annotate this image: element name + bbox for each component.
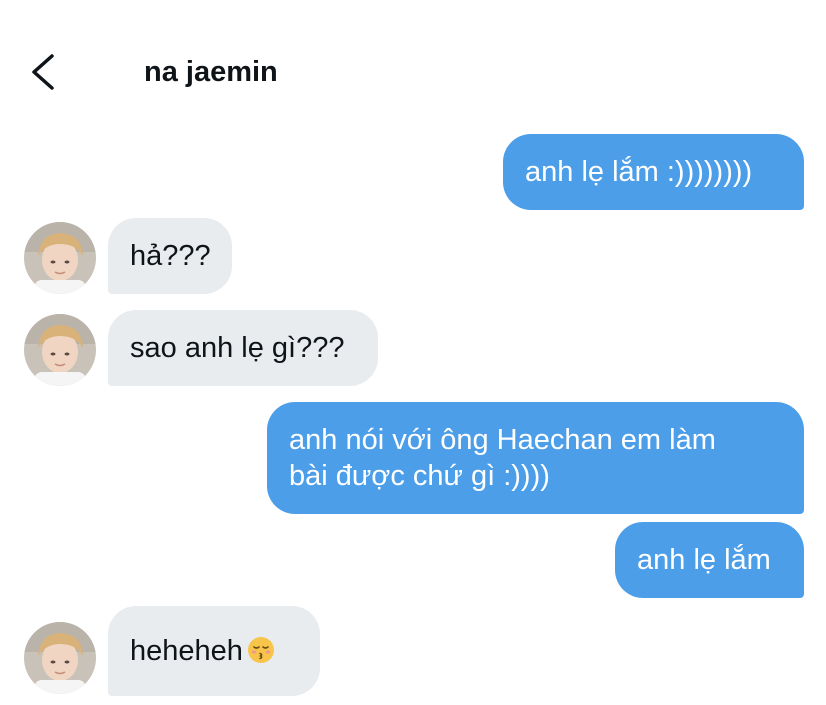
message-bubble-incoming[interactable]: heheheh: [108, 606, 320, 696]
message-text-line: anh nói với ông Haechan em làm: [289, 424, 716, 456]
conversation-title: na jaemin: [144, 56, 278, 88]
back-button[interactable]: [24, 48, 68, 96]
chevron-left-icon: [32, 54, 54, 90]
message-bubble-outgoing[interactable]: anh lẹ lắm: [615, 522, 804, 598]
kissing-face-with-closed-eyes-icon: [247, 637, 274, 663]
avatar-photo: [24, 314, 96, 386]
message-text: heheheh: [130, 635, 243, 667]
message-bubble-outgoing[interactable]: anh nói với ông Haechan em làm bài được …: [267, 402, 804, 514]
avatar[interactable]: [24, 314, 96, 386]
message-text-line: bài được chứ gì :)))): [289, 460, 550, 492]
message-text: sao anh lẹ gì???: [130, 332, 345, 364]
message-text: anh lẹ lắm: [637, 544, 771, 576]
message-text: hả???: [130, 240, 211, 272]
message-bubble-incoming[interactable]: sao anh lẹ gì???: [108, 310, 378, 386]
avatar-photo: [24, 622, 96, 694]
avatar-photo: [24, 222, 96, 294]
message-bubble-outgoing[interactable]: anh lẹ lắm :)))))))): [503, 134, 804, 210]
message-text: anh lẹ lắm :)))))))): [525, 156, 753, 188]
avatar[interactable]: [24, 622, 96, 694]
message-text-row: heheheh: [130, 633, 298, 669]
chat-header: na jaemin: [0, 0, 826, 120]
message-bubble-incoming[interactable]: hả???: [108, 218, 232, 294]
avatar[interactable]: [24, 222, 96, 294]
